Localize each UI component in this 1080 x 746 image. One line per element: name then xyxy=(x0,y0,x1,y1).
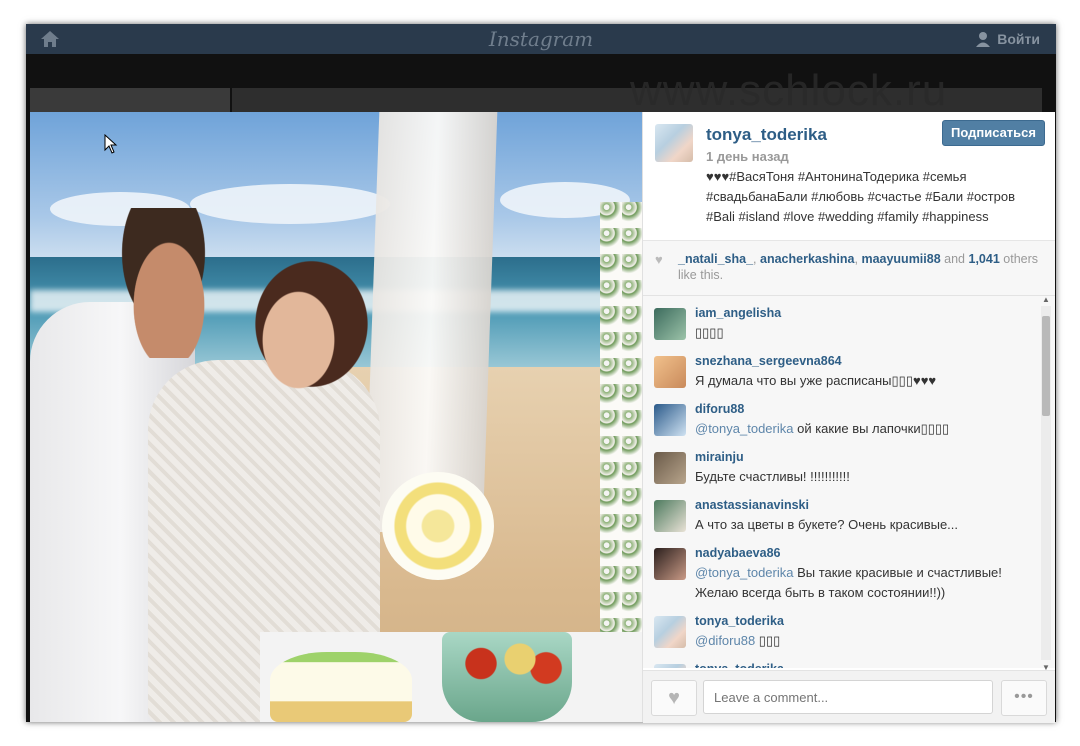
instagram-logo[interactable]: Instagram xyxy=(26,27,1056,51)
post-photo[interactable] xyxy=(30,112,642,722)
comment-input[interactable] xyxy=(703,680,993,714)
avatar[interactable] xyxy=(654,548,686,580)
avatar[interactable] xyxy=(654,308,686,340)
scroll-up-icon[interactable]: ▲ xyxy=(1042,295,1050,304)
comment-body: Будьте счастливы! !!!!!!!!!!! xyxy=(695,469,850,484)
avatar[interactable] xyxy=(654,500,686,532)
like-button[interactable]: ♥ xyxy=(651,680,697,716)
avatar[interactable] xyxy=(654,404,686,436)
comment-username[interactable]: iam_angelisha xyxy=(695,306,781,320)
login-link[interactable]: Войти xyxy=(975,31,1040,47)
avatar[interactable] xyxy=(655,124,693,162)
comment-text: Я думала что вы уже расписаны▯▯▯♥♥♥ xyxy=(695,371,1033,391)
scrollbar-thumb[interactable] xyxy=(1042,316,1050,416)
comment-text: @tonya_toderika ой какие вы лапочки▯▯▯▯ xyxy=(695,419,1033,439)
comment-username[interactable]: diforu88 xyxy=(695,402,744,416)
photo-groom-head xyxy=(114,208,224,358)
comments-scrollbar[interactable]: ▲ ▼ xyxy=(1041,295,1051,672)
like-user-link[interactable]: _natali_sha_ xyxy=(678,252,753,266)
caption-line: ♥♥♥#ВасяТоня #АнтонинаТодерика #семья xyxy=(706,169,967,184)
avatar[interactable] xyxy=(654,664,686,668)
comment-body: А что за цветы в букете? Очень красивые.… xyxy=(695,517,959,532)
post-header: tonya_toderika Подписаться 1 день назад … xyxy=(643,112,1055,241)
top-navigation-bar: Instagram Войти xyxy=(26,24,1056,54)
more-options-button[interactable]: ••• xyxy=(1001,680,1047,716)
comment-text: Будьте счастливы! !!!!!!!!!!! xyxy=(695,467,1033,487)
comment-text: ▯▯▯▯ xyxy=(695,323,1033,343)
caption-line: #Bali #island #love #wedding #family #ha… xyxy=(706,209,989,224)
comment-body: ой какие вы лапочки▯▯▯▯ xyxy=(793,421,950,436)
comment-body: ▯▯▯ xyxy=(755,633,781,648)
comment-username[interactable]: tonya_toderika xyxy=(695,662,784,668)
caption-line: #свадьбанаБали #любовь #счастье #Бали #о… xyxy=(706,189,1016,204)
post-timestamp: 1 день назад xyxy=(706,149,789,164)
comment-mention[interactable]: @tonya_toderika xyxy=(695,421,793,436)
likes-count[interactable]: 1,041 xyxy=(969,252,1000,266)
photo-fruit-basket xyxy=(442,632,572,722)
comments-list: iam_angelisha ▯▯▯▯ snezhana_sergeevna864… xyxy=(643,296,1055,668)
heart-icon: ♥ xyxy=(655,252,663,267)
likes-and: and xyxy=(944,252,966,266)
post-side-panel: tonya_toderika Подписаться 1 день назад … xyxy=(642,112,1055,723)
comment-username[interactable]: mirainju xyxy=(695,450,744,464)
comment-username[interactable]: snezhana_sergeevna864 xyxy=(695,354,842,368)
comment-text: @diforu88 ▯▯▯ xyxy=(695,631,1033,651)
comment-text: А что за цветы в букете? Очень красивые.… xyxy=(695,515,1033,535)
mouse-cursor-icon xyxy=(104,134,118,154)
comment-footer: ♥ ••• xyxy=(643,670,1055,723)
like-user-link[interactable]: anacherkashina xyxy=(760,252,855,266)
follow-button[interactable]: Подписаться xyxy=(941,120,1045,146)
comment-username[interactable]: anastassianavinski xyxy=(695,498,809,512)
post-caption: ♥♥♥#ВасяТоня #АнтонинаТодерика #семья #с… xyxy=(706,167,1051,227)
comment-body: Я думала что вы уже расписаны▯▯▯♥♥♥ xyxy=(695,373,937,388)
avatar[interactable] xyxy=(654,356,686,388)
login-label: Войти xyxy=(997,31,1040,47)
post-owner-username[interactable]: tonya_toderika xyxy=(706,125,827,145)
user-icon xyxy=(976,32,991,47)
like-user-link[interactable]: maayuumii88 xyxy=(861,252,940,266)
comment-mention[interactable]: @tonya_toderika xyxy=(695,565,793,580)
photo-bouquet xyxy=(382,472,494,580)
likes-section: ♥ _natali_sha_, anacherkashina, maayuumi… xyxy=(643,241,1055,296)
photo-bride-head xyxy=(240,244,370,404)
avatar[interactable] xyxy=(654,616,686,648)
photo-flower-arch xyxy=(600,202,642,672)
comment-username[interactable]: tonya_toderika xyxy=(695,614,784,628)
heart-icon: ♥ xyxy=(668,687,680,709)
photo-cake xyxy=(270,652,412,722)
avatar[interactable] xyxy=(654,452,686,484)
comment-body: ▯▯▯▯ xyxy=(695,325,724,340)
likes-text: _natali_sha_, anacherkashina, maayuumii8… xyxy=(678,252,1039,282)
comment-mention[interactable]: @diforu88 xyxy=(695,633,755,648)
comment-text: @tonya_toderika Вы такие красивые и счас… xyxy=(695,563,1033,603)
watermark-text: www.schlock.ru xyxy=(630,66,948,115)
photo-banner xyxy=(364,112,498,532)
comment-username[interactable]: nadyabaeva86 xyxy=(695,546,780,560)
